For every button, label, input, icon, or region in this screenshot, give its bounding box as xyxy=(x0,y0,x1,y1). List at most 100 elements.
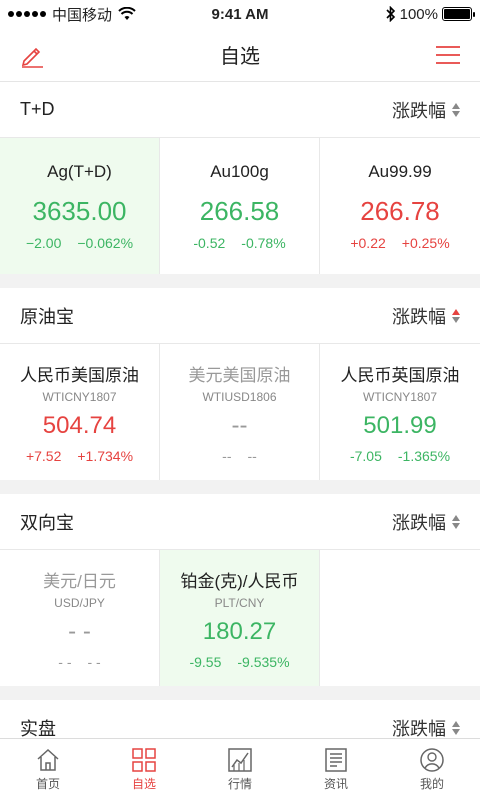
sort-button[interactable]: 涨跌幅 xyxy=(392,97,460,123)
battery-icon xyxy=(442,7,475,21)
tab-label: 我的 xyxy=(419,776,444,791)
sort-arrows-icon xyxy=(452,720,460,735)
change-value: −2.00 xyxy=(25,234,62,251)
quote-name: 铂金(克)/人民币 xyxy=(180,571,299,591)
change-percent: -- xyxy=(247,447,257,464)
quote-change: - - - - xyxy=(58,654,100,670)
quote-name: 人民币美国原油 xyxy=(20,365,139,385)
quote-change: -- -- xyxy=(222,448,257,464)
quote-card[interactable]: 铂金(克)/人民币 PLT/CNY 180.27 -9.55 -9.535% xyxy=(160,550,320,686)
sort-label: 涨跌幅 xyxy=(392,718,446,739)
chart-icon xyxy=(228,747,252,772)
sort-button[interactable]: 涨跌幅 xyxy=(392,303,460,329)
change-value: +0.22 xyxy=(350,234,386,251)
quote-name: 人民币英国原油 xyxy=(340,365,460,385)
quote-price: 504.74 xyxy=(42,411,117,439)
news-icon xyxy=(325,747,347,772)
section-header: 实盘 涨跌幅 xyxy=(0,700,480,738)
tab-watchlist[interactable]: 自选 xyxy=(96,739,192,800)
quote-grid: 美元/日元 USD/JPY - - - - - - 铂金(克)/人民币 PLT/… xyxy=(0,550,480,686)
edit-button[interactable] xyxy=(18,41,46,69)
quote-card[interactable]: 美元美国原油 WTIUSD1806 -- -- -- xyxy=(160,344,320,480)
quote-price: 266.58 xyxy=(199,195,280,226)
nav-bar: 自选 xyxy=(0,28,480,82)
tab-market[interactable]: 行情 xyxy=(192,739,288,800)
quote-price: 501.99 xyxy=(363,411,437,439)
quote-code: WTICNY1807 xyxy=(42,389,117,404)
quote-price: 180.27 xyxy=(202,617,277,645)
tab-label: 首页 xyxy=(35,776,60,791)
menu-icon xyxy=(436,45,460,64)
quote-grid: 人民币美国原油 WTICNY1807 504.74 +7.52 +1.734% … xyxy=(0,344,480,480)
quote-change: -7.05 -1.365% xyxy=(350,448,450,464)
section-header: 双向宝 涨跌幅 xyxy=(0,494,480,550)
quote-change: −2.00 −0.062% xyxy=(26,235,133,251)
quote-price: - - xyxy=(68,617,91,645)
section-crude-oil: 原油宝 涨跌幅 人民币美国原油 WTICNY1807 504.74 +7.52 … xyxy=(0,288,480,480)
quote-price: 3635.00 xyxy=(32,195,127,226)
change-value: -7.05 xyxy=(349,447,382,464)
tab-profile[interactable]: 我的 xyxy=(384,739,480,800)
quote-card[interactable]: Au99.99 266.78 +0.22 +0.25% xyxy=(320,138,480,274)
quote-card[interactable]: 人民币美国原油 WTICNY1807 504.74 +7.52 +1.734% xyxy=(0,344,160,480)
sort-label: 涨跌幅 xyxy=(392,512,446,533)
quote-name: 美元美国原油 xyxy=(188,365,291,385)
pencil-icon xyxy=(21,47,43,68)
sort-label: 涨跌幅 xyxy=(392,100,446,121)
section-title: 实盘 xyxy=(20,718,56,739)
status-bar: 中国移动 9:41 AM 100% xyxy=(0,0,480,28)
quote-card[interactable]: Au100g 266.58 -0.52 -0.78% xyxy=(160,138,320,274)
quote-price: 266.78 xyxy=(360,195,440,226)
quote-code: WTIUSD1806 xyxy=(202,389,277,404)
section-two-way: 双向宝 涨跌幅 美元/日元 USD/JPY - - - - - - 铂金(克)/… xyxy=(0,494,480,686)
section-title: 双向宝 xyxy=(20,512,74,533)
change-value: -- xyxy=(222,447,232,464)
menu-button[interactable] xyxy=(434,41,462,69)
sort-arrows-icon xyxy=(452,102,460,117)
quote-name: Au99.99 xyxy=(368,161,432,181)
watchlist-content[interactable]: T+D 涨跌幅 Ag(T+D) 3635.00 −2.00 −0.062% Au… xyxy=(0,82,480,738)
change-value: -9.55 xyxy=(189,653,222,670)
sort-button[interactable]: 涨跌幅 xyxy=(392,715,460,739)
grid-icon xyxy=(132,747,156,772)
quote-grid: Ag(T+D) 3635.00 −2.00 −0.062% Au100g 266… xyxy=(0,138,480,274)
change-percent: +0.25% xyxy=(401,234,450,251)
quote-change: -0.52 -0.78% xyxy=(193,235,285,251)
status-right: 100% xyxy=(386,5,475,23)
sort-label: 涨跌幅 xyxy=(392,306,446,327)
quote-name: 美元/日元 xyxy=(43,571,116,591)
section-header: T+D 涨跌幅 xyxy=(0,82,480,138)
quote-card[interactable]: 人民币英国原油 WTICNY1807 501.99 -7.05 -1.365% xyxy=(320,344,480,480)
quote-price: -- xyxy=(231,411,248,439)
change-percent: -9.535% xyxy=(237,653,290,670)
quote-code: WTICNY1807 xyxy=(362,389,438,404)
wifi-icon xyxy=(118,7,136,20)
quote-code: PLT/CNY xyxy=(214,595,265,610)
tab-bar: 首页 自选 行情 资讯 我的 xyxy=(0,738,480,800)
change-percent: -1.365% xyxy=(397,447,451,464)
battery-percent: 100% xyxy=(399,5,438,23)
tab-label: 自选 xyxy=(131,776,156,791)
quote-name: Ag(T+D) xyxy=(47,161,112,181)
section-title: 原油宝 xyxy=(20,306,74,327)
section-live: 实盘 涨跌幅 xyxy=(0,700,480,738)
change-percent: −0.062% xyxy=(77,234,134,251)
signal-icon xyxy=(8,11,46,17)
tab-label: 行情 xyxy=(227,776,252,791)
battery-fill xyxy=(444,9,470,19)
tab-news[interactable]: 资讯 xyxy=(288,739,384,800)
change-percent: +1.734% xyxy=(77,447,134,464)
quote-card[interactable]: Ag(T+D) 3635.00 −2.00 −0.062% xyxy=(0,138,160,274)
user-icon xyxy=(420,747,444,772)
tab-label: 资讯 xyxy=(323,776,348,791)
sort-button[interactable]: 涨跌幅 xyxy=(392,509,460,535)
sort-arrows-icon xyxy=(452,308,460,323)
empty-quote-slot xyxy=(320,550,480,686)
quote-card[interactable]: 美元/日元 USD/JPY - - - - - - xyxy=(0,550,160,686)
quote-change: -9.55 -9.535% xyxy=(189,654,289,670)
section-td: T+D 涨跌幅 Ag(T+D) 3635.00 −2.00 −0.062% Au… xyxy=(0,82,480,274)
carrier-label: 中国移动 xyxy=(52,6,113,24)
tab-home[interactable]: 首页 xyxy=(0,739,96,800)
page-title: 自选 xyxy=(220,46,260,68)
quote-change: +7.52 +1.734% xyxy=(26,448,133,464)
